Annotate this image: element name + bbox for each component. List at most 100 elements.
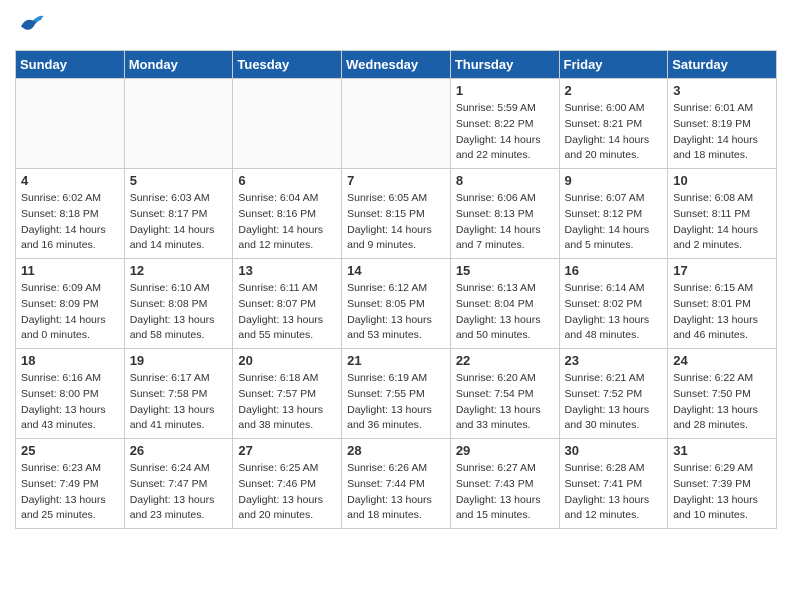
day-number: 23 [565, 353, 663, 368]
calendar-week: 1Sunrise: 5:59 AMSunset: 8:22 PMDaylight… [16, 79, 777, 169]
weekday-header: Friday [559, 51, 668, 79]
day-info: Sunrise: 6:16 AMSunset: 8:00 PMDaylight:… [21, 371, 119, 434]
sunset: Sunset: 7:39 PM [673, 477, 771, 493]
weekday-header: Monday [124, 51, 233, 79]
sunrise: Sunrise: 6:20 AM [456, 371, 554, 387]
daylight: Daylight: 13 hours and 30 minutes. [565, 403, 663, 435]
day-info: Sunrise: 6:00 AMSunset: 8:21 PMDaylight:… [565, 101, 663, 164]
sunset: Sunset: 8:11 PM [673, 207, 771, 223]
calendar-week: 4Sunrise: 6:02 AMSunset: 8:18 PMDaylight… [16, 169, 777, 259]
daylight: Daylight: 13 hours and 36 minutes. [347, 403, 445, 435]
calendar-day [16, 79, 125, 169]
sunrise: Sunrise: 6:28 AM [565, 461, 663, 477]
sunset: Sunset: 7:49 PM [21, 477, 119, 493]
calendar-day: 12 Sunrise: 6:10 AMSunset: 8:08 PMDayligh… [124, 259, 233, 349]
sunset: Sunset: 7:50 PM [673, 387, 771, 403]
day-info: Sunrise: 6:19 AMSunset: 7:55 PMDaylight:… [347, 371, 445, 434]
day-info: Sunrise: 6:15 AMSunset: 8:01 PMDaylight:… [673, 281, 771, 344]
sunrise: Sunrise: 6:17 AM [130, 371, 228, 387]
daylight: Daylight: 13 hours and 12 minutes. [565, 493, 663, 525]
sunset: Sunset: 8:07 PM [238, 297, 336, 313]
day-number: 1 [456, 83, 554, 98]
sunrise: Sunrise: 5:59 AM [456, 101, 554, 117]
day-info: Sunrise: 6:08 AMSunset: 8:11 PMDaylight:… [673, 191, 771, 254]
daylight: Daylight: 14 hours and 12 minutes. [238, 223, 336, 255]
day-number: 22 [456, 353, 554, 368]
calendar-day: 4Sunrise: 6:02 AMSunset: 8:18 PMDaylight… [16, 169, 125, 259]
sunrise: Sunrise: 6:01 AM [673, 101, 771, 117]
weekday-header: Thursday [450, 51, 559, 79]
daylight: Daylight: 14 hours and 20 minutes. [565, 133, 663, 165]
calendar-day: 7Sunrise: 6:05 AMSunset: 8:15 PMDaylight… [342, 169, 451, 259]
calendar-day: 27Sunrise: 6:25 AMSunset: 7:46 PMDayligh… [233, 439, 342, 529]
day-number: 21 [347, 353, 445, 368]
calendar-day [124, 79, 233, 169]
daylight: Daylight: 13 hours and 48 minutes. [565, 313, 663, 345]
day-info: Sunrise: 6:18 AMSunset: 7:57 PMDaylight:… [238, 371, 336, 434]
day-number: 25 [21, 443, 119, 458]
sunrise: Sunrise: 6:10 AM [130, 281, 228, 297]
day-info: Sunrise: 6:04 AMSunset: 8:16 PMDaylight:… [238, 191, 336, 254]
weekday-header: Saturday [668, 51, 777, 79]
day-number: 12 [130, 263, 228, 278]
day-number: 26 [130, 443, 228, 458]
sunrise: Sunrise: 6:21 AM [565, 371, 663, 387]
sunrise: Sunrise: 6:00 AM [565, 101, 663, 117]
header [15, 10, 777, 40]
sunset: Sunset: 8:04 PM [456, 297, 554, 313]
calendar-week: 25 Sunrise: 6:23 AMSunset: 7:49 PMDayligh… [16, 439, 777, 529]
sunset: Sunset: 7:41 PM [565, 477, 663, 493]
day-number: 3 [673, 83, 771, 98]
sunrise: Sunrise: 6:02 AM [21, 191, 119, 207]
day-info: Sunrise: 6:23 AMSunset: 7:49 PMDaylight:… [21, 461, 119, 524]
daylight: Daylight: 14 hours and 5 minutes. [565, 223, 663, 255]
calendar-day: 5Sunrise: 6:03 AMSunset: 8:17 PMDaylight… [124, 169, 233, 259]
day-info: Sunrise: 6:21 AMSunset: 7:52 PMDaylight:… [565, 371, 663, 434]
calendar-day: 25 Sunrise: 6:23 AMSunset: 7:49 PMDayligh… [16, 439, 125, 529]
day-number: 24 [673, 353, 771, 368]
day-info: Sunrise: 6:11 AMSunset: 8:07 PMDaylight:… [238, 281, 336, 344]
sunrise: Sunrise: 6:18 AM [238, 371, 336, 387]
sunset: Sunset: 7:46 PM [238, 477, 336, 493]
calendar-day: 24 Sunrise: 6:22 AMSunset: 7:50 PMDayligh… [668, 349, 777, 439]
calendar-day: 15Sunrise: 6:13 AMSunset: 8:04 PMDayligh… [450, 259, 559, 349]
sunset: Sunset: 8:09 PM [21, 297, 119, 313]
day-number: 30 [565, 443, 663, 458]
day-number: 31 [673, 443, 771, 458]
daylight: Daylight: 13 hours and 46 minutes. [673, 313, 771, 345]
day-number: 29 [456, 443, 554, 458]
calendar-day: 2Sunrise: 6:00 AMSunset: 8:21 PMDaylight… [559, 79, 668, 169]
sunrise: Sunrise: 6:27 AM [456, 461, 554, 477]
sunrise: Sunrise: 6:12 AM [347, 281, 445, 297]
calendar-day: 14Sunrise: 6:12 AMSunset: 8:05 PMDayligh… [342, 259, 451, 349]
day-info: Sunrise: 6:01 AMSunset: 8:19 PMDaylight:… [673, 101, 771, 164]
daylight: Daylight: 13 hours and 18 minutes. [347, 493, 445, 525]
day-info: Sunrise: 6:22 AMSunset: 7:50 PMDaylight:… [673, 371, 771, 434]
daylight: Daylight: 13 hours and 41 minutes. [130, 403, 228, 435]
calendar-day: 20Sunrise: 6:18 AMSunset: 7:57 PMDayligh… [233, 349, 342, 439]
daylight: Daylight: 13 hours and 50 minutes. [456, 313, 554, 345]
sunrise: Sunrise: 6:04 AM [238, 191, 336, 207]
calendar-day: 1Sunrise: 5:59 AMSunset: 8:22 PMDaylight… [450, 79, 559, 169]
day-info: Sunrise: 6:10 AMSunset: 8:08 PMDaylight:… [130, 281, 228, 344]
calendar-day: 16Sunrise: 6:14 AMSunset: 8:02 PMDayligh… [559, 259, 668, 349]
daylight: Daylight: 13 hours and 15 minutes. [456, 493, 554, 525]
calendar-day: 31Sunrise: 6:29 AMSunset: 7:39 PMDayligh… [668, 439, 777, 529]
day-number: 9 [565, 173, 663, 188]
sunset: Sunset: 8:08 PM [130, 297, 228, 313]
day-info: Sunrise: 6:05 AMSunset: 8:15 PMDaylight:… [347, 191, 445, 254]
sunset: Sunset: 7:52 PM [565, 387, 663, 403]
daylight: Daylight: 13 hours and 38 minutes. [238, 403, 336, 435]
sunrise: Sunrise: 6:26 AM [347, 461, 445, 477]
daylight: Daylight: 14 hours and 22 minutes. [456, 133, 554, 165]
calendar-day: 18Sunrise: 6:16 AMSunset: 8:00 PMDayligh… [16, 349, 125, 439]
daylight: Daylight: 14 hours and 2 minutes. [673, 223, 771, 255]
header-row: SundayMondayTuesdayWednesdayThursdayFrid… [16, 51, 777, 79]
sunset: Sunset: 8:02 PM [565, 297, 663, 313]
calendar-week: 18Sunrise: 6:16 AMSunset: 8:00 PMDayligh… [16, 349, 777, 439]
day-info: Sunrise: 6:28 AMSunset: 7:41 PMDaylight:… [565, 461, 663, 524]
calendar-day: 21 Sunrise: 6:19 AMSunset: 7:55 PMDayligh… [342, 349, 451, 439]
calendar-day [233, 79, 342, 169]
day-number: 14 [347, 263, 445, 278]
sunrise: Sunrise: 6:22 AM [673, 371, 771, 387]
